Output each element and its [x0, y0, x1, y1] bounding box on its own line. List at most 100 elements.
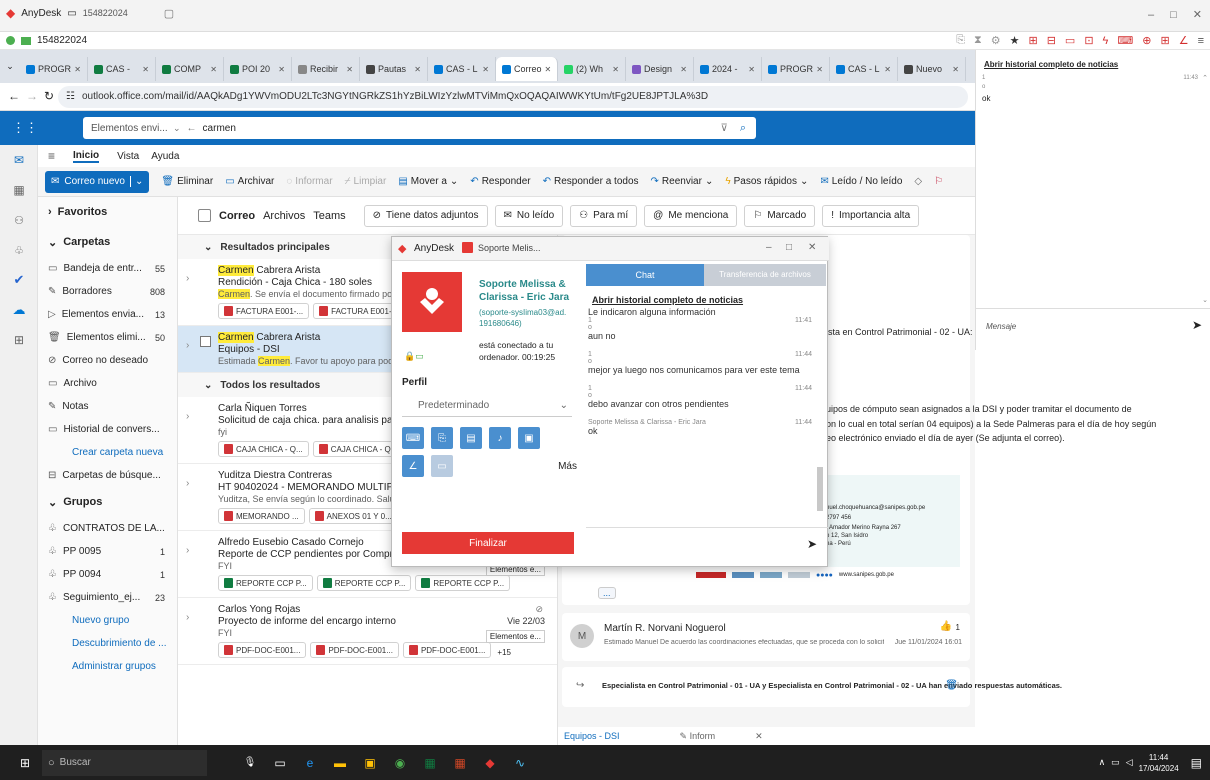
search-input[interactable]: carmen — [203, 123, 721, 134]
compose-tab-equipos[interactable]: Equipos - DSI — [564, 731, 620, 741]
windows-start-icon[interactable]: ⊞ — [14, 752, 36, 774]
anydesk-taskbar-icon[interactable]: ◆ — [479, 752, 501, 774]
apps-rail-icon[interactable]: ⊞ — [0, 325, 38, 355]
tab-close-icon[interactable]: ✕ — [142, 65, 149, 74]
folder-item[interactable]: ✎ Borradores 808 — [38, 280, 177, 303]
compose-tab-inform[interactable]: ✎ Inform — [680, 731, 716, 742]
folder-item[interactable]: ♧ PP 0095 1 — [38, 540, 177, 563]
reload-icon[interactable]: ↻ — [44, 89, 54, 103]
browser-tab[interactable]: CAS - ✕ — [88, 57, 156, 81]
anydesk-session-tab[interactable]: 154822024 — [83, 8, 128, 18]
attachment-chip[interactable]: PDF-DOC-E001... — [218, 642, 307, 658]
filter-chip[interactable]: ! Importancia alta — [822, 204, 920, 227]
move-button[interactable]: ▤ Mover a ⌄ — [398, 176, 458, 187]
taskbar-search[interactable]: ○ Buscar — [42, 749, 207, 776]
sweep-button[interactable]: ⌿ Limpiar — [345, 176, 387, 187]
tab-close-icon[interactable]: ✕ — [74, 65, 81, 74]
filter-tab-archivos[interactable]: Archivos — [263, 210, 305, 222]
mail-rail-icon[interactable]: ✉ — [0, 145, 38, 175]
attachment-chip[interactable]: PDF-DOC-E001... — [402, 642, 492, 658]
quick-steps-button[interactable]: ϟ Pasos rápidos ⌄ — [725, 176, 808, 187]
keyboard-icon[interactable]: ⌨ — [1117, 34, 1133, 47]
tab-close-icon[interactable]: ✕ — [278, 65, 285, 74]
app-icon[interactable]: ∿ — [509, 752, 531, 774]
folder-item[interactable]: ♧ Seguimiento_ej... 23 — [38, 586, 177, 609]
side-history-link[interactable]: Abrir historial completo de noticias — [984, 60, 1118, 69]
tag-icon[interactable]: ◇ — [914, 176, 922, 187]
people-rail-icon[interactable]: ⚇ — [0, 205, 38, 235]
attachment-chip[interactable]: PDF-DOC-E001... — [310, 642, 399, 658]
like-icon[interactable]: 👍 — [940, 621, 952, 632]
search-icon[interactable]: ⌕ — [740, 122, 746, 135]
attachment-chip[interactable]: MEMORANDO ... — [218, 508, 305, 524]
chat-icon[interactable]: ▭ — [1065, 34, 1075, 47]
side-send-icon[interactable]: ➤ — [1192, 318, 1202, 332]
tab-list-icon[interactable]: ⌄ — [0, 61, 20, 72]
folder-item[interactable]: ▷ Elementos envia... 13 — [38, 303, 177, 326]
folder-item[interactable]: ♧ CONTRATOS DE LA... — [38, 517, 177, 540]
browser-tab[interactable]: PROGR ✕ — [20, 57, 88, 81]
browser-tab[interactable]: CAS - L ✕ — [830, 57, 898, 81]
folder-section-header[interactable]: ⌄ Grupos — [38, 487, 177, 517]
folder-item[interactable]: ▭ Archivo — [38, 372, 177, 395]
filter-chip[interactable]: ⊘ Tiene datos adjuntos — [363, 204, 488, 227]
mic-icon[interactable]: 🎙 — [239, 752, 261, 774]
draw-icon[interactable]: ∠ — [1179, 34, 1189, 47]
fullscreen-icon[interactable]: ⊞ — [1160, 34, 1169, 47]
forward-button[interactable]: ↷ Reenviar ⌄ — [651, 176, 714, 187]
dialog-maximize-icon[interactable]: □ — [786, 242, 792, 253]
flag-icon[interactable]: ⚐ — [934, 176, 943, 187]
tab-close-icon[interactable]: ✕ — [612, 65, 619, 74]
more-attachments[interactable]: +15 — [497, 648, 511, 657]
clipboard-icon[interactable]: ⎘ — [956, 34, 965, 47]
search-box[interactable]: Elementos envi... ⌄ ← carmen ⊽ ⌕ — [83, 117, 756, 139]
browser-tab[interactable]: Pautas ✕ — [360, 57, 428, 81]
display-icon[interactable]: ⊟ — [1047, 34, 1056, 47]
url-input[interactable]: ☷ outlook.office.com/mail/id/AAQkADg1YWV… — [58, 86, 968, 108]
settings-icon[interactable]: ⚙ — [991, 34, 1001, 47]
attachment-chip[interactable]: FACTURA E001-... — [218, 303, 310, 319]
folder-item[interactable]: ▭ Historial de convers... — [38, 418, 177, 441]
folder-item[interactable]: ⊘ Correo no deseado — [38, 349, 177, 372]
minimize-icon[interactable]: – — [1148, 9, 1154, 21]
folder-item[interactable]: ♧ PP 0094 1 — [38, 563, 177, 586]
attachment-chip[interactable]: CAJA CHICA - Q... — [218, 441, 309, 457]
list-item[interactable]: › Carlos Yong Rojas Proyecto de informe de… — [178, 598, 557, 665]
store-icon[interactable]: ▣ — [359, 752, 381, 774]
dialog-session-tab[interactable]: Soporte Melis... — [478, 243, 541, 253]
attachment-chip[interactable]: REPORTE CCP P... — [316, 575, 412, 591]
filter-icon[interactable]: ⊽ — [721, 123, 728, 134]
tab-close-icon[interactable]: ✕ — [748, 65, 755, 74]
screen-perm-icon[interactable]: ▣ — [518, 427, 540, 449]
dialog-close-icon[interactable]: ✕ — [808, 242, 816, 253]
menu-icon[interactable]: ≡ — [1198, 35, 1204, 47]
dialog-minimize-icon[interactable]: – — [766, 242, 772, 253]
browser-tab[interactable]: PROGR ✕ — [762, 57, 830, 81]
tab-close-icon[interactable]: ✕ — [545, 65, 552, 74]
folder-item[interactable]: Nuevo grupo — [38, 609, 177, 632]
chrome-icon[interactable]: ◉ — [389, 752, 411, 774]
file-transfer-tab[interactable]: Transferencia de archivos — [704, 264, 826, 286]
attachment-chip[interactable]: REPORTE CCP P... — [415, 575, 511, 591]
tray-chevron-icon[interactable]: ∧ — [1099, 757, 1106, 768]
folder-item[interactable]: 🗑 Elementos elimi... 50 — [38, 326, 177, 349]
folder-item[interactable]: ✎ Notas — [38, 395, 177, 418]
delete-button[interactable]: 🗑 Eliminar — [161, 176, 213, 187]
search-scope[interactable]: Elementos envi... — [83, 123, 173, 134]
folder-item[interactable]: ⊟ Carpetas de búsque... — [38, 464, 177, 487]
app-launcher-icon[interactable]: ⋮⋮ — [12, 120, 38, 136]
tab-close-icon[interactable]: ✕ — [680, 65, 687, 74]
folder-item[interactable]: Administrar grupos — [38, 655, 177, 678]
excel-icon[interactable]: ▦ — [419, 752, 441, 774]
notifications-icon[interactable]: ▤ — [1191, 756, 1202, 770]
chat-tab[interactable]: Chat — [586, 264, 704, 286]
chat-send-icon[interactable]: ➤ — [807, 537, 817, 551]
audio-perm-icon[interactable]: ♪ — [489, 427, 511, 449]
actions-icon[interactable]: ⊞ — [1028, 34, 1037, 47]
browser-tab[interactable]: POI 20 ✕ — [224, 57, 292, 81]
chevron-down-icon[interactable]: ⌄ — [129, 176, 143, 187]
edge-icon[interactable]: e — [299, 752, 321, 774]
explorer-icon[interactable]: ▬ — [329, 752, 351, 774]
scope-chevron-icon[interactable]: ⌄ — [173, 123, 181, 134]
browser-tab[interactable]: COMP ✕ — [156, 57, 224, 81]
